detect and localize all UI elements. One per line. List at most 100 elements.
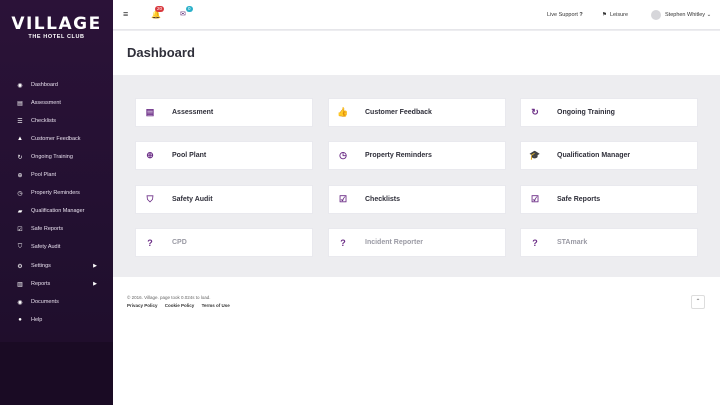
sidebar-item-documents[interactable]: ◉ Documents <box>0 293 113 311</box>
sidebar-item-label: Property Reminders <box>31 190 80 196</box>
graduation-cap-icon: 🎓 <box>529 150 541 160</box>
scroll-to-top-button[interactable]: ⌃ <box>691 295 705 309</box>
tile-assessment[interactable]: ▤ Assessment <box>135 98 313 127</box>
thumbs-up-icon: ▲ <box>17 136 23 142</box>
sidebar-item-label: Ongoing Training <box>31 154 73 160</box>
tile-label: Property Reminders <box>365 152 432 159</box>
sidebar-item-ongoing-training[interactable]: ↻ Ongoing Training <box>0 148 113 166</box>
top-bar: ≡ 🔔 20 ✉ 0 Live Support ? ⚑ Leisure Step… <box>113 0 720 30</box>
tile-cpd[interactable]: ? CPD <box>135 228 313 257</box>
sidebar-item-customer-feedback[interactable]: ▲ Customer Feedback <box>0 130 113 148</box>
thumbs-up-icon: 👍 <box>337 107 349 117</box>
sidebar-item-label: Assessment <box>31 100 61 106</box>
notification-count-badge: 20 <box>155 6 165 12</box>
footer: © 2016. Village. page took 0.024s to loa… <box>113 277 720 405</box>
live-support-link[interactable]: Live Support ? <box>547 12 583 18</box>
sidebar-item-label: Help <box>31 317 43 323</box>
sidebar-item-label: Checklists <box>31 118 57 124</box>
tile-label: CPD <box>172 239 187 246</box>
terms-of-use-link[interactable]: Terms of Use <box>202 303 230 308</box>
leisure-link[interactable]: ⚑ Leisure <box>602 12 628 18</box>
tile-label: Qualification Manager <box>557 152 631 159</box>
document-icon: ▤ <box>17 100 23 107</box>
check-square-icon: ☑ <box>530 194 540 204</box>
footer-links: Privacy Policy Cookie Policy Terms of Us… <box>127 303 236 308</box>
sidebar-item-reports[interactable]: ▥ Reports ▶ <box>0 275 113 293</box>
shield-icon: ⛉ <box>17 243 23 250</box>
sidebar-item-checklists[interactable]: ☰ Checklists <box>0 112 113 130</box>
tile-stamark[interactable]: ? STAmark <box>520 228 698 257</box>
tile-label: Assessment <box>172 109 214 116</box>
tile-safety-audit[interactable]: ⛉ Safety Audit <box>135 185 313 214</box>
sidebar-item-label: Customer Feedback <box>31 136 81 142</box>
sidebar-item-safety-audit[interactable]: ⛉ Safety Audit <box>0 238 113 256</box>
sidebar-item-label: Safety Audit <box>31 244 61 250</box>
tile-ongoing-training[interactable]: ↻ Ongoing Training <box>520 98 698 127</box>
tile-label: Safety Audit <box>172 196 213 203</box>
tile-label: STAmark <box>557 239 588 246</box>
logo-subtitle: THE HOTEL CLUB <box>28 34 85 40</box>
sidebar-item-label: Reports <box>31 281 51 287</box>
clock-icon: ◷ <box>17 190 23 197</box>
search-icon: ⊕ <box>17 172 23 179</box>
mail-icon: ✉ <box>180 11 186 18</box>
sidebar-item-settings[interactable]: ⚙ Settings ▶ <box>0 257 113 275</box>
document-icon: ▤ <box>145 107 155 117</box>
sidebar-nav: ◉ Dashboard ▤ Assessment ☰ Checklists ▲ Cust… <box>0 76 113 329</box>
hamburger-menu-icon[interactable]: ≡ <box>123 9 128 19</box>
clock-icon: ◷ <box>339 150 347 160</box>
sidebar-item-qualification-manager[interactable]: ▰ Qualification Manager <box>0 202 113 220</box>
sidebar-item-label: Settings <box>31 263 51 269</box>
sidebar-item-safe-reports[interactable]: ☑ Safe Reports <box>0 220 113 238</box>
tile-pool-plant[interactable]: ⊕ Pool Plant <box>135 141 313 170</box>
dashboard-icon: ◉ <box>17 82 23 89</box>
question-icon: ? <box>147 237 153 248</box>
sidebar-bottom <box>0 342 113 405</box>
copyright-text: © 2016. Village. page took 0.024s to loa… <box>127 295 211 300</box>
sidebar: VILLAGE THE HOTEL CLUB ◉ Dashboard ▤ Asses… <box>0 0 113 405</box>
tile-customer-feedback[interactable]: 👍 Customer Feedback <box>328 98 506 127</box>
tile-label: Customer Feedback <box>365 109 432 116</box>
tile-property-reminders[interactable]: ◷ Property Reminders <box>328 141 506 170</box>
sidebar-item-dashboard[interactable]: ◉ Dashboard <box>0 76 113 94</box>
sidebar-item-label: Qualification Manager <box>31 208 85 214</box>
question-icon: ? <box>340 237 346 248</box>
logo[interactable]: VILLAGE THE HOTEL CLUB <box>0 14 113 40</box>
tile-label: Incident Reporter <box>365 239 423 246</box>
tile-label: Pool Plant <box>172 152 207 159</box>
sidebar-item-label: Pool Plant <box>31 172 57 178</box>
sidebar-item-pool-plant[interactable]: ⊕ Pool Plant <box>0 166 113 184</box>
tile-safe-reports[interactable]: ☑ Safe Reports <box>520 185 698 214</box>
search-icon: ⊕ <box>146 150 154 160</box>
avatar <box>651 10 661 20</box>
question-icon: ? <box>579 12 583 18</box>
bar-chart-icon: ▥ <box>17 281 23 288</box>
cookie-policy-link[interactable]: Cookie Policy <box>165 303 195 308</box>
privacy-policy-link[interactable]: Privacy Policy <box>127 303 158 308</box>
sidebar-item-help[interactable]: ● Help <box>0 311 113 329</box>
help-icon: ● <box>18 317 22 323</box>
checklist-icon: ☰ <box>17 118 23 125</box>
tile-incident-reporter[interactable]: ? Incident Reporter <box>328 228 506 257</box>
file-icon: ◉ <box>17 299 23 306</box>
question-icon: ? <box>532 237 538 248</box>
tile-qualification-manager[interactable]: 🎓 Qualification Manager <box>520 141 698 170</box>
tile-label: Ongoing Training <box>557 109 615 116</box>
sidebar-item-assessment[interactable]: ▤ Assessment <box>0 94 113 112</box>
user-menu[interactable]: Stephen Whitley ⌄ <box>651 10 711 20</box>
gear-icon: ⚙ <box>17 263 23 270</box>
chevron-right-icon: ▶ <box>93 281 97 287</box>
refresh-icon: ↻ <box>531 107 539 117</box>
tile-checklists[interactable]: ☑ Checklists <box>328 185 506 214</box>
graduation-cap-icon: ▰ <box>17 208 23 215</box>
sidebar-item-property-reminders[interactable]: ◷ Property Reminders <box>0 184 113 202</box>
notifications-button[interactable]: 🔔 20 <box>151 6 165 19</box>
messages-button[interactable]: ✉ 0 <box>180 6 193 18</box>
sidebar-item-label: Safe Reports <box>31 226 64 232</box>
chevron-right-icon: ▶ <box>93 263 97 269</box>
refresh-icon: ↻ <box>17 154 23 161</box>
tile-label: Safe Reports <box>557 196 601 203</box>
leisure-label: Leisure <box>610 12 629 18</box>
chevron-up-icon: ⌃ <box>695 299 701 305</box>
page-header: Dashboard <box>113 31 720 75</box>
